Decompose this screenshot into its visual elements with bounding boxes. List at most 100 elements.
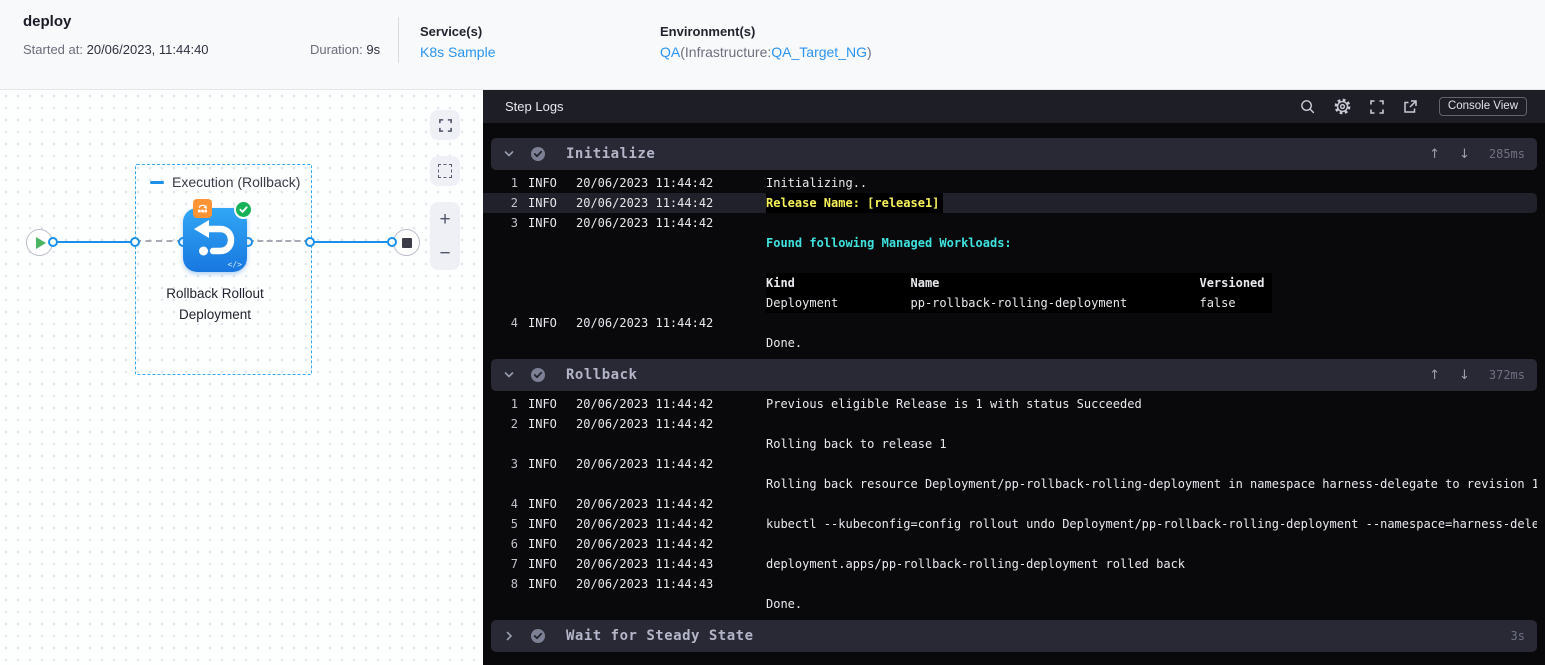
log-row[interactable]: 6 INFO 20/06/2023 11:44:42: [483, 534, 1537, 554]
log-level: [528, 474, 572, 494]
log-row[interactable]: 4 INFO 20/06/2023 11:44:42: [483, 494, 1537, 514]
log-line-number: 1: [510, 176, 518, 190]
log-section-header-initialize[interactable]: Initialize ↑ ↓ 285ms: [491, 138, 1537, 170]
scroll-to-top-icon[interactable]: ↑: [1429, 147, 1440, 162]
environments-block: Environment(s) QA(Infrastructure:QA_Targ…: [660, 24, 872, 60]
scroll-to-top-icon[interactable]: ↑: [1429, 368, 1440, 383]
expand-logs-icon[interactable]: [1369, 99, 1385, 115]
log-timestamp: 20/06/2023 11:44:42: [576, 176, 714, 190]
log-row[interactable]: Deployment pp-rollback-rolling-deploymen…: [483, 293, 1537, 313]
log-row[interactable]: 4 INFO 20/06/2023 11:44:42: [483, 313, 1537, 333]
stop-icon: [401, 237, 412, 248]
log-line-number: [483, 273, 518, 293]
stage-label[interactable]: Execution (Rollback): [150, 174, 300, 190]
log-timestamp: 20/06/2023 11:44:43: [576, 557, 714, 571]
execution-header: deploy Started at: 20/06/2023, 11:44:40 …: [0, 0, 1545, 90]
end-node[interactable]: [393, 229, 420, 256]
log-message: kubectl --kubeconfig=config rollout undo…: [766, 517, 1537, 531]
open-in-new-icon[interactable]: [1402, 99, 1418, 115]
log-level: INFO: [528, 196, 557, 210]
status-success-icon: [530, 367, 546, 383]
started-at: Started at: 20/06/2023, 11:44:40: [23, 42, 209, 57]
canvas-marquee-select-button[interactable]: [430, 156, 460, 186]
service-link[interactable]: K8s Sample: [420, 44, 495, 60]
infrastructure-link[interactable]: QA_Target_NG: [771, 44, 867, 60]
log-level: [528, 333, 572, 353]
pipeline-canvas[interactable]: Execution (Rollback) </> Rollback Rollou…: [0, 90, 483, 665]
scroll-to-bottom-icon[interactable]: ↓: [1459, 368, 1470, 383]
log-row[interactable]: Rolling back resource Deployment/pp-roll…: [483, 474, 1537, 494]
marquee-icon: [438, 164, 452, 178]
collapse-stage-icon[interactable]: [150, 180, 164, 184]
step-logs-title: Step Logs: [505, 99, 564, 114]
log-row[interactable]: 3 INFO 20/06/2023 11:44:42: [483, 213, 1537, 233]
log-section-header-wait-for-steady-state[interactable]: Wait for Steady State 3s: [491, 620, 1537, 652]
log-message: [766, 534, 1537, 554]
log-section-title: Rollback: [566, 367, 638, 383]
zoom-out-button[interactable]: −: [439, 244, 450, 263]
log-row[interactable]: 2 INFO 20/06/2023 11:44:42: [483, 414, 1537, 434]
log-level: [528, 253, 572, 273]
log-message: [766, 253, 1537, 273]
rollout-deployment-badge-icon: [193, 199, 212, 218]
log-level: INFO: [528, 316, 557, 330]
log-message: deployment.apps/pp-rollback-rolling-depl…: [766, 557, 1186, 571]
log-row[interactable]: Kind Name Versioned: [483, 273, 1537, 293]
log-section-header-rollback[interactable]: Rollback ↑ ↓ 372ms: [491, 359, 1537, 391]
console-view-button[interactable]: Console View: [1438, 97, 1527, 116]
log-section-initialize: Initialize ↑ ↓ 285ms 1 INFO 20/06/2023 11:44:4…: [483, 138, 1537, 355]
gear-icon[interactable]: [1333, 97, 1352, 116]
log-row[interactable]: 2 INFO 20/06/2023 11:44:42 Release Name: [r…: [483, 193, 1537, 213]
log-message: [766, 494, 1537, 514]
log-level: INFO: [528, 176, 557, 190]
step-node-rollback-rollout-deployment[interactable]: </>: [183, 199, 253, 272]
chevron-down-icon[interactable]: [503, 369, 517, 381]
log-row[interactable]: [483, 253, 1537, 273]
log-row[interactable]: 5 INFO 20/06/2023 11:44:42 kubectl --kubeco…: [483, 514, 1537, 534]
canvas-zoom-controls: + −: [430, 202, 460, 270]
log-row[interactable]: 1 INFO 20/06/2023 11:44:42 Initializing..: [483, 173, 1537, 193]
log-message: Done.: [766, 597, 803, 611]
fullscreen-icon: [438, 118, 452, 132]
log-timestamp: 20/06/2023 11:44:42: [576, 316, 714, 330]
log-row[interactable]: Done.: [483, 594, 1537, 614]
log-level: INFO: [528, 216, 557, 230]
log-timestamp: 20/06/2023 11:44:42: [576, 417, 714, 431]
log-row[interactable]: Found following Managed Workloads:: [483, 233, 1537, 253]
log-level: INFO: [528, 417, 557, 431]
log-line-number: 4: [510, 316, 518, 330]
status-success-icon: [530, 628, 546, 644]
log-row[interactable]: 3 INFO 20/06/2023 11:44:42: [483, 454, 1537, 474]
log-sections: Initialize ↑ ↓ 285ms 1 INFO 20/06/2023 11:44:4…: [483, 123, 1545, 652]
log-line-number: 2: [510, 417, 518, 431]
success-check-icon: [234, 200, 253, 219]
chevron-down-icon[interactable]: [503, 148, 517, 160]
zoom-in-button[interactable]: +: [439, 210, 450, 229]
log-row[interactable]: Rolling back to release 1: [483, 434, 1537, 454]
log-line-number: [483, 474, 518, 494]
chevron-right-icon[interactable]: [503, 630, 517, 642]
log-line-number: [483, 253, 518, 273]
environment-link[interactable]: QA: [660, 44, 680, 60]
log-timestamp: 20/06/2023 11:44:42: [576, 196, 714, 210]
canvas-fullscreen-button[interactable]: [430, 110, 460, 140]
log-row[interactable]: 1 INFO 20/06/2023 11:44:42 Previous eligibl…: [483, 394, 1537, 414]
log-message: [766, 313, 1537, 333]
step-logs-header: Step Logs Console View: [483, 90, 1545, 123]
log-message: [766, 213, 1537, 233]
log-timestamp: 20/06/2023 11:44:42: [576, 517, 714, 531]
step-node-label: Rollback Rollout Deployment: [166, 286, 264, 322]
log-message: Previous eligible Release is 1 with stat…: [766, 397, 1142, 411]
log-message: Release Name: [release1]: [766, 193, 944, 213]
log-row[interactable]: Done.: [483, 333, 1537, 353]
log-timestamp: 20/06/2023 11:44:42: [576, 537, 714, 551]
log-timestamp: [576, 253, 766, 273]
log-timestamp: [576, 333, 766, 353]
search-icon[interactable]: [1299, 98, 1316, 115]
log-level: INFO: [528, 517, 557, 531]
edge-step-to-stage: [248, 240, 310, 242]
edge-start-to-stage: [53, 241, 135, 243]
scroll-to-bottom-icon[interactable]: ↓: [1459, 147, 1470, 162]
log-row[interactable]: 7 INFO 20/06/2023 11:44:43 deployment.apps/…: [483, 554, 1537, 574]
log-row[interactable]: 8 INFO 20/06/2023 11:44:43: [483, 574, 1537, 594]
